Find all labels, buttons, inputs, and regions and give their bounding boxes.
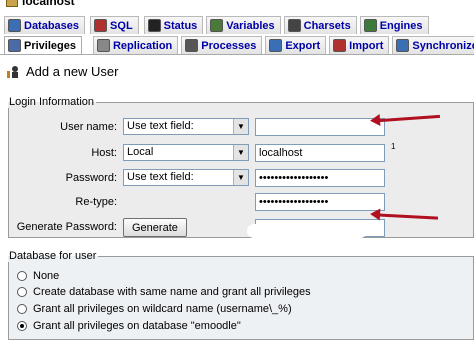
username-mode-select[interactable]: Use text field: ▼	[123, 118, 249, 135]
chevron-down-icon: ▼	[233, 145, 248, 160]
host-label: Host:	[91, 147, 117, 159]
variables-icon	[210, 19, 224, 32]
tab-privileges[interactable]: Privileges	[4, 36, 82, 54]
host-footnote: 1	[391, 142, 396, 151]
tab-sql[interactable]: SQL	[90, 16, 139, 34]
radio-button[interactable]	[17, 271, 27, 281]
server-title[interactable]: localhost	[6, 0, 75, 8]
password-row: Password: Use text field: ▼ ••••••••••••…	[9, 169, 473, 189]
radio-button-selected[interactable]	[17, 321, 27, 331]
retype-label: Re-type:	[75, 196, 117, 208]
processes-icon	[185, 39, 199, 52]
tab-status[interactable]: Status	[143, 16, 204, 34]
charsets-icon	[287, 19, 301, 32]
tab-synchronize[interactable]: Synchronize	[392, 36, 474, 54]
host-input[interactable]: localhost	[255, 144, 385, 162]
tab-export[interactable]: Export	[265, 36, 327, 54]
password-label: Password:	[65, 172, 117, 184]
redaction-blur	[247, 224, 367, 238]
chevron-down-icon: ▼	[233, 119, 248, 134]
radio-button[interactable]	[17, 304, 27, 314]
database-option-emoodle[interactable]: Grant all privileges on database "emoodl…	[17, 320, 241, 332]
host-mode-select[interactable]: Local ▼	[123, 144, 249, 161]
privileges-icon	[8, 39, 21, 52]
database-option-none[interactable]: None	[17, 270, 59, 282]
databases-icon	[8, 19, 21, 32]
generate-password-label: Generate Password:	[16, 221, 117, 233]
server-icon	[6, 0, 18, 7]
tabs-row-2: Privileges Replication Processes Export …	[4, 36, 474, 56]
tabs-row-1: Databases SQL Status Variables Charsets …	[4, 16, 432, 36]
generate-row: Generate Password: Generate	[9, 218, 473, 238]
retype-password-input[interactable]: ••••••••••••••••••	[255, 193, 385, 211]
tab-import[interactable]: Import	[329, 36, 390, 54]
database-option-create-same-name[interactable]: Create database with same name and grant…	[17, 286, 311, 298]
tab-processes[interactable]: Processes	[181, 36, 263, 54]
host-row: Host: Local ▼ localhost 1	[9, 142, 473, 164]
engines-icon	[363, 19, 377, 32]
password-input[interactable]: ••••••••••••••••••	[255, 169, 385, 187]
replication-icon	[96, 39, 110, 52]
database-option-wildcard[interactable]: Grant all privileges on wildcard name (u…	[17, 303, 292, 315]
tabs-divider	[0, 54, 474, 55]
page-heading: Add a new User	[6, 64, 119, 79]
login-legend: Login Information	[9, 96, 94, 108]
tab-databases[interactable]: Databases	[4, 16, 86, 34]
page-title: Add a new User	[26, 64, 119, 79]
add-user-icon	[6, 65, 20, 79]
username-row: User name: Use text field: ▼	[9, 118, 473, 138]
status-icon	[147, 19, 161, 32]
chevron-down-icon: ▼	[233, 170, 248, 185]
database-legend: Database for user	[9, 250, 97, 262]
tab-variables[interactable]: Variables	[206, 16, 281, 34]
username-input[interactable]	[255, 118, 385, 136]
synchronize-icon	[396, 39, 410, 52]
password-mode-select[interactable]: Use text field: ▼	[123, 169, 249, 186]
sql-icon	[94, 19, 108, 32]
import-icon	[333, 39, 347, 52]
username-label: User name:	[60, 121, 117, 133]
generate-button[interactable]: Generate	[123, 218, 187, 237]
tab-charsets[interactable]: Charsets	[283, 16, 357, 34]
radio-button[interactable]	[17, 287, 27, 297]
database-for-user-fieldset: Database for user None Create database w…	[8, 250, 474, 340]
tab-engines[interactable]: Engines	[359, 16, 429, 34]
tab-replication[interactable]: Replication	[92, 36, 179, 54]
export-icon	[269, 39, 283, 52]
retype-row: Re-type: ••••••••••••••••••	[9, 193, 473, 213]
